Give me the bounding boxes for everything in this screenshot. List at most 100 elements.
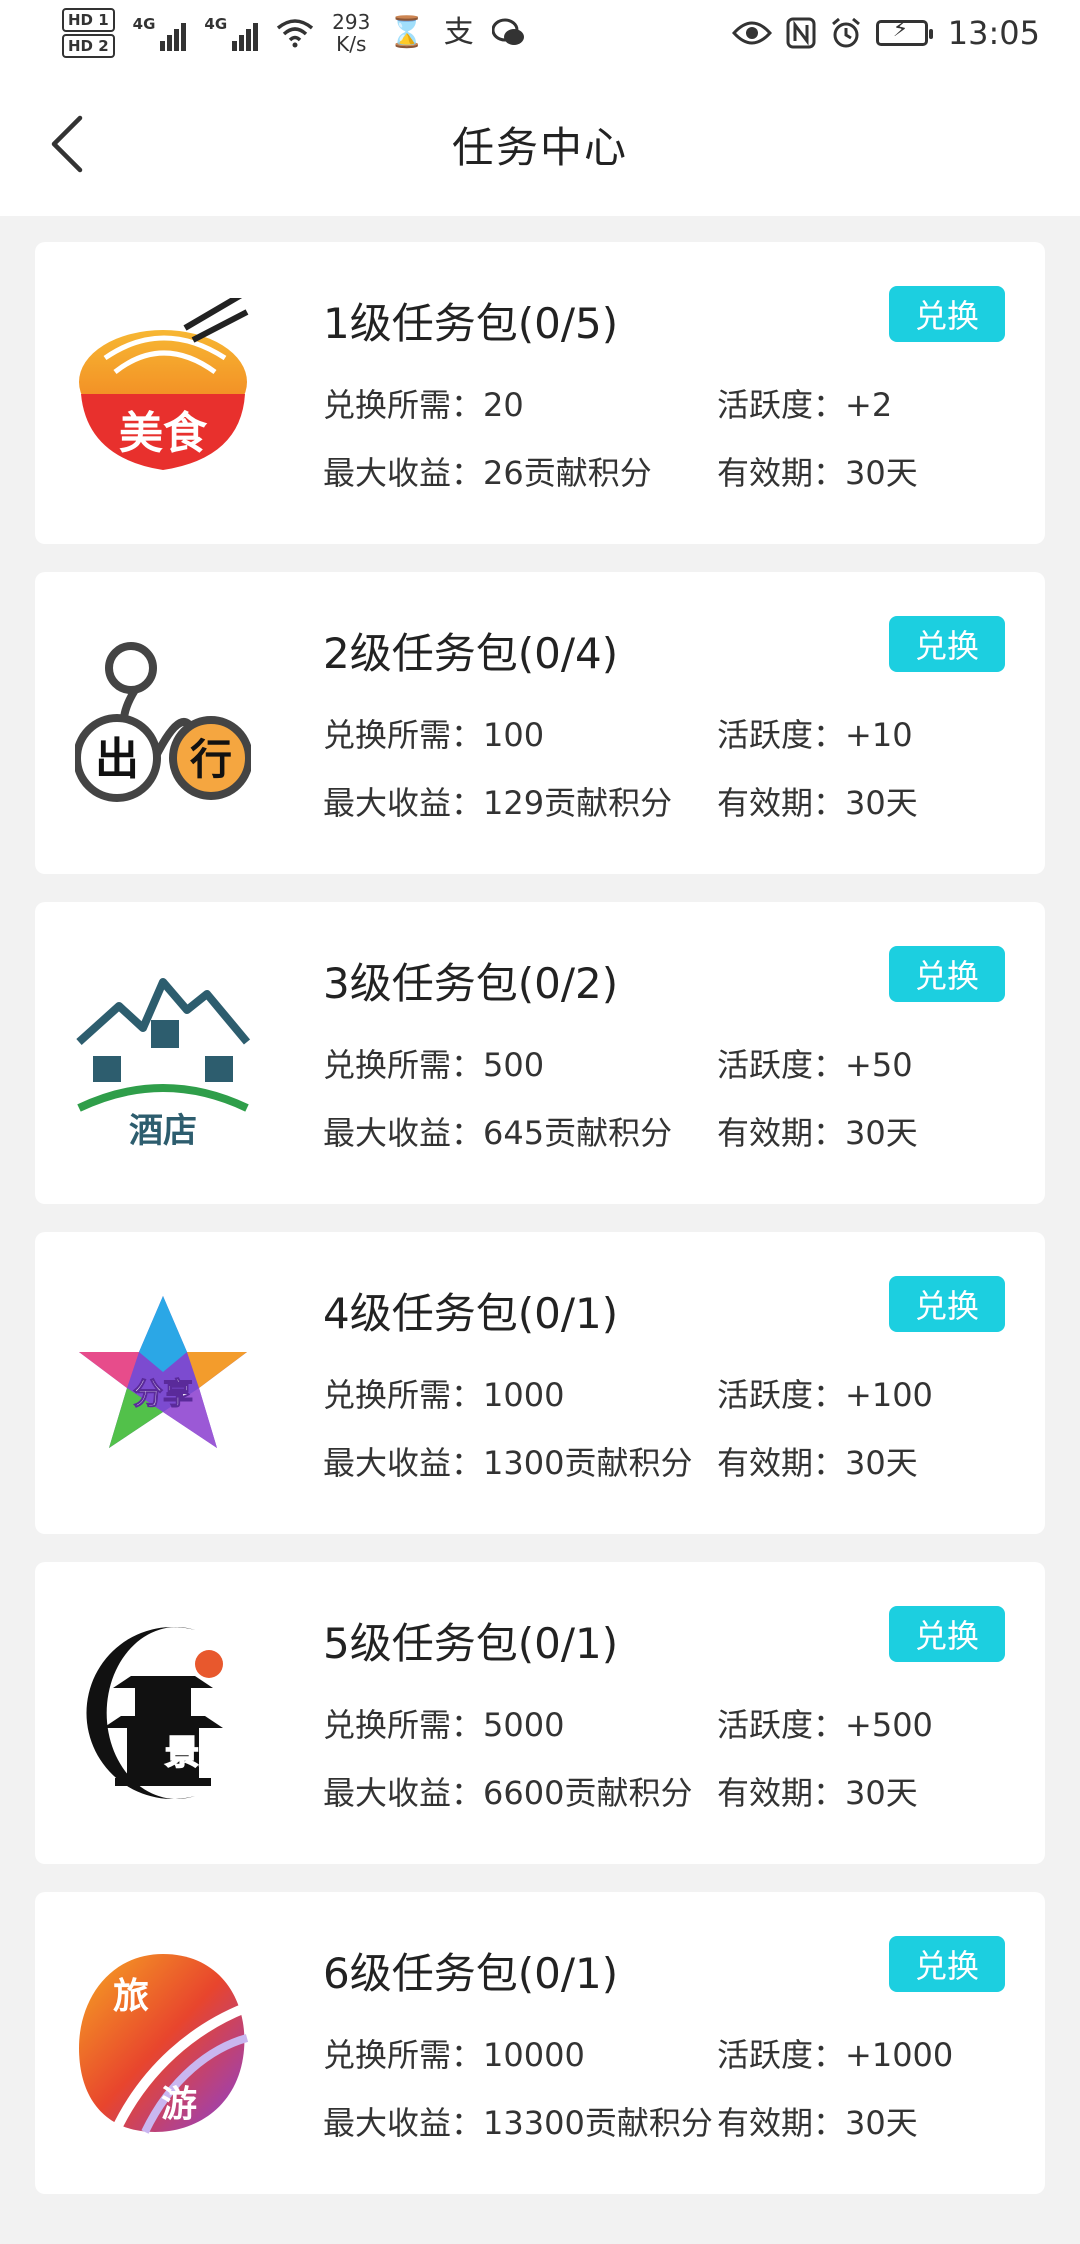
validity-label: 有效期： bbox=[717, 1774, 846, 1812]
activity-row: 活跃度：+50 bbox=[717, 1040, 913, 1086]
cost-label: 兑换所需： bbox=[323, 716, 484, 754]
exchange-button[interactable]: 兑换 bbox=[889, 616, 1005, 672]
exchange-button[interactable]: 兑换 bbox=[889, 286, 1005, 342]
cost-value: 1000 bbox=[483, 1376, 565, 1414]
validity-label: 有效期： bbox=[717, 1444, 846, 1482]
max-income-value: 6600贡献积分 bbox=[483, 1774, 693, 1812]
activity-row: 活跃度：+2 bbox=[717, 380, 892, 426]
cost-value: 10000 bbox=[483, 2036, 585, 2074]
hd2-badge: HD 2 bbox=[62, 34, 115, 58]
validity-row: 有效期：30天 bbox=[717, 448, 918, 494]
alipay-icon: 支 bbox=[443, 15, 474, 50]
task-card-1: 美食 1级任务包(0/5) 兑换 兑换所需：20 活跃度：+2 最大收益：26贡… bbox=[35, 242, 1045, 544]
nfc-icon bbox=[786, 17, 816, 49]
activity-value: +500 bbox=[845, 1706, 933, 1744]
validity-value: 30天 bbox=[845, 2104, 918, 2142]
svg-text:美食: 美食 bbox=[119, 408, 208, 459]
signal-icon-2: 4G bbox=[204, 15, 259, 51]
activity-value: +100 bbox=[845, 1376, 933, 1414]
cost-label: 兑换所需： bbox=[323, 1046, 484, 1084]
validity-row: 有效期：30天 bbox=[717, 1108, 918, 1154]
validity-label: 有效期： bbox=[717, 1114, 846, 1152]
svg-text:出: 出 bbox=[95, 734, 139, 785]
noodle-bowl-icon: 美食 bbox=[79, 298, 249, 470]
speed-value: 293 bbox=[332, 10, 371, 34]
svg-text:分享: 分享 bbox=[133, 1377, 193, 1412]
cost-label: 兑换所需： bbox=[323, 386, 484, 424]
hourglass-icon: ⌛ bbox=[388, 15, 426, 50]
cost-value: 500 bbox=[483, 1046, 545, 1084]
max-income-label: 最大收益： bbox=[323, 784, 484, 822]
task-title: 6级任务包(0/1) bbox=[323, 1949, 619, 1998]
validity-value: 30天 bbox=[845, 1774, 918, 1812]
validity-label: 有效期： bbox=[717, 2104, 846, 2142]
network-type-2: 4G bbox=[204, 15, 228, 33]
max-income-value: 26贡献积分 bbox=[483, 454, 652, 492]
activity-value: +50 bbox=[845, 1046, 913, 1084]
max-income-value: 645贡献积分 bbox=[483, 1114, 673, 1152]
activity-label: 活跃度： bbox=[717, 1376, 846, 1414]
activity-value: +2 bbox=[845, 386, 893, 424]
hd-indicators: HD 1 HD 2 bbox=[62, 8, 115, 58]
validity-row: 有效期：30天 bbox=[717, 1768, 918, 1814]
cost-row: 兑换所需：5000 bbox=[323, 1700, 564, 1746]
max-income-value: 13300贡献积分 bbox=[483, 2104, 713, 2142]
task-title: 5级任务包(0/1) bbox=[323, 1619, 619, 1668]
task-card-6: 旅 游 6级任务包(0/1) 兑换 兑换所需：10000 活跃度：+1000 最… bbox=[35, 1892, 1045, 2194]
network-speed: 293 K/s bbox=[332, 11, 370, 55]
svg-text:旅: 旅 bbox=[113, 1976, 149, 2017]
activity-label: 活跃度： bbox=[717, 386, 846, 424]
activity-label: 活跃度： bbox=[717, 1706, 846, 1744]
max-income-row: 最大收益：26贡献积分 bbox=[323, 448, 652, 494]
max-income-row: 最大收益：645贡献积分 bbox=[323, 1108, 672, 1154]
validity-label: 有效期： bbox=[717, 454, 846, 492]
signal-icon: 4G bbox=[133, 15, 187, 51]
network-type: 4G bbox=[132, 15, 156, 33]
max-income-row: 最大收益：129贡献积分 bbox=[323, 778, 672, 824]
max-income-label: 最大收益： bbox=[323, 1114, 484, 1152]
max-income-row: 最大收益：1300贡献积分 bbox=[323, 1438, 692, 1484]
pagoda-icon: 景点 bbox=[86, 1627, 234, 1799]
cost-label: 兑换所需： bbox=[323, 2036, 484, 2074]
activity-label: 活跃度： bbox=[717, 2036, 846, 2074]
eye-icon bbox=[731, 21, 772, 45]
cost-row: 兑换所需：1000 bbox=[323, 1370, 564, 1416]
exchange-button[interactable]: 兑换 bbox=[889, 1606, 1005, 1662]
wechat-icon bbox=[491, 18, 524, 45]
status-bar: HD 1 HD 2 4G 4G 293 K/s ⌛ 支 ⚡ 13:05 bbox=[0, 0, 1080, 72]
activity-row: 活跃度：+10 bbox=[717, 710, 913, 756]
task-title: 4级任务包(0/1) bbox=[323, 1289, 619, 1338]
validity-value: 30天 bbox=[845, 454, 918, 492]
cost-value: 20 bbox=[483, 386, 524, 424]
max-income-label: 最大收益： bbox=[323, 1774, 484, 1812]
hd1-badge: HD 1 bbox=[62, 8, 115, 32]
exchange-button[interactable]: 兑换 bbox=[889, 1276, 1005, 1332]
max-income-label: 最大收益： bbox=[323, 2104, 484, 2142]
activity-label: 活跃度： bbox=[717, 716, 846, 754]
validity-row: 有效期：30天 bbox=[717, 2098, 918, 2144]
task-card-3: 酒店 3级任务包(0/2) 兑换 兑换所需：500 活跃度：+50 最大收益：6… bbox=[35, 902, 1045, 1204]
battery-icon: ⚡ bbox=[875, 17, 933, 46]
task-title: 1级任务包(0/5) bbox=[323, 299, 619, 348]
hotel-icon: 酒店 bbox=[76, 978, 251, 1148]
max-income-label: 最大收益： bbox=[323, 1444, 484, 1482]
svg-text:景点: 景点 bbox=[165, 1733, 233, 1773]
speed-unit: K/s bbox=[336, 32, 367, 56]
exchange-button[interactable]: 兑换 bbox=[889, 1936, 1005, 1992]
max-income-row: 最大收益：13300贡献积分 bbox=[323, 2098, 713, 2144]
cost-value: 100 bbox=[483, 716, 545, 754]
cost-row: 兑换所需：20 bbox=[323, 380, 524, 426]
exchange-button[interactable]: 兑换 bbox=[889, 946, 1005, 1002]
activity-row: 活跃度：+1000 bbox=[717, 2030, 953, 2076]
max-income-value: 129贡献积分 bbox=[483, 784, 673, 822]
max-income-label: 最大收益： bbox=[323, 454, 484, 492]
share-star-icon: 分享 bbox=[79, 1296, 247, 1448]
task-card-5: 景点 5级任务包(0/1) 兑换 兑换所需：5000 活跃度：+500 最大收益… bbox=[35, 1562, 1045, 1864]
task-title: 3级任务包(0/2) bbox=[323, 959, 619, 1008]
status-left: HD 1 HD 2 4G 4G 293 K/s ⌛ 支 bbox=[62, 8, 526, 58]
nav-bar: 任务中心 bbox=[0, 72, 1080, 216]
activity-value: +10 bbox=[845, 716, 913, 754]
cost-label: 兑换所需： bbox=[323, 1376, 484, 1414]
max-income-row: 最大收益：6600贡献积分 bbox=[323, 1768, 692, 1814]
validity-row: 有效期：30天 bbox=[717, 778, 918, 824]
